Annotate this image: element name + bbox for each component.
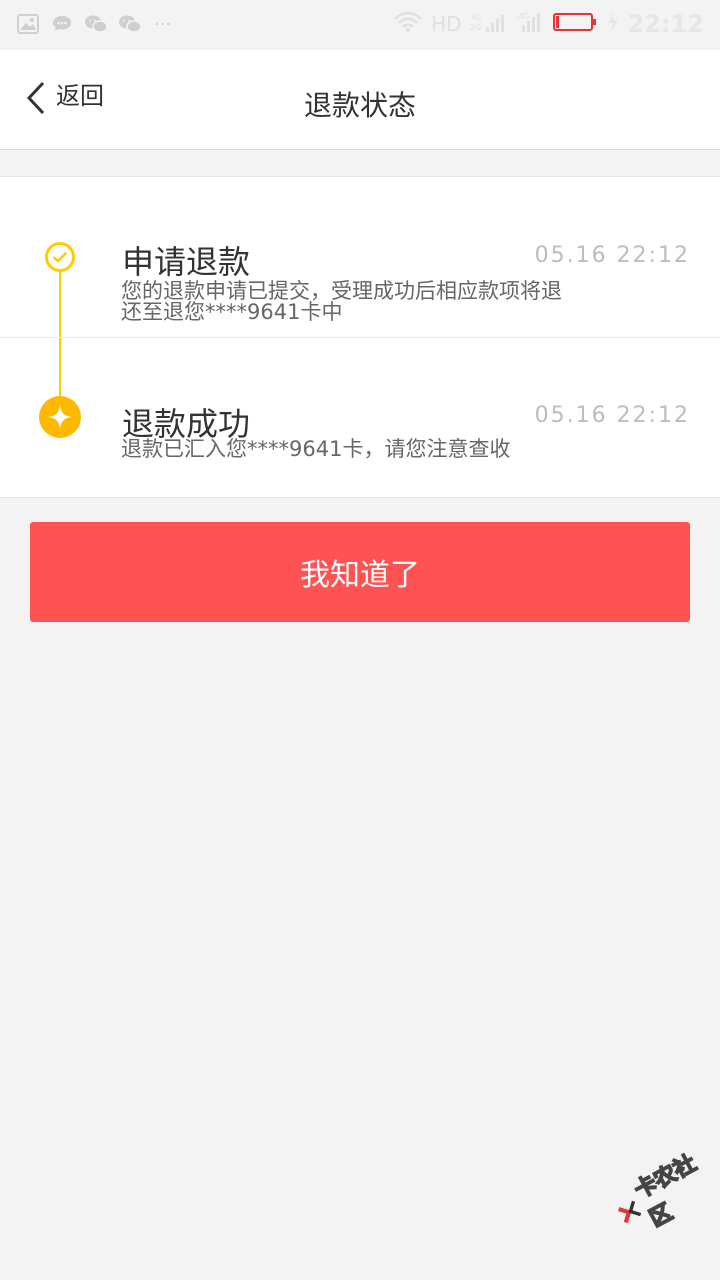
page-title: 退款状态 — [303, 89, 416, 122]
svg-text:2G: 2G — [470, 23, 481, 32]
svg-text:4G: 4G — [518, 12, 529, 21]
charging-icon — [606, 11, 620, 37]
network-type: HD — [431, 12, 462, 36]
chat-bubble-icon — [50, 12, 74, 36]
step-title: 申请退款 — [122, 243, 251, 281]
timeline-connector — [59, 272, 61, 412]
gallery-icon — [16, 12, 40, 36]
notification-icons: ··· — [16, 12, 171, 36]
check-circle-icon — [45, 242, 75, 272]
signal-icon: 4G — [518, 11, 544, 37]
wifi-icon — [393, 11, 423, 37]
sparkle-icon — [39, 396, 81, 438]
clock: 22:12 — [627, 10, 704, 38]
battery-icon — [552, 11, 598, 37]
wechat-icon — [84, 12, 108, 36]
watermark-logo: 卡农社区 — [605, 1142, 720, 1245]
svg-text:3G: 3G — [470, 13, 481, 22]
acknowledge-button[interactable]: 我知道了 — [30, 522, 690, 622]
step-description: 您的退款申请已提交，受理成功后相应款项将退还至退您****9641卡中 — [121, 279, 562, 324]
nav-header: 返回 退款状态 — [0, 50, 720, 150]
refund-timeline: 申请退款 05.16 22:12 您的退款申请已提交，受理成功后相应款项将退还至… — [0, 176, 720, 498]
signal-icon: 3G 2G — [470, 11, 510, 37]
status-bar: ··· HD 3G 2G 4G 22:12 — [0, 0, 720, 50]
more-notifications-icon: ··· — [154, 13, 172, 35]
wechat-icon — [118, 12, 142, 36]
system-indicators: HD 3G 2G 4G 22:12 — [393, 10, 704, 38]
step-description: 退款已汇入您****9641卡，请您注意查收 — [121, 437, 511, 461]
divider — [0, 337, 720, 338]
step-time: 05.16 22:12 — [534, 403, 690, 428]
step-time: 05.16 22:12 — [534, 243, 690, 268]
